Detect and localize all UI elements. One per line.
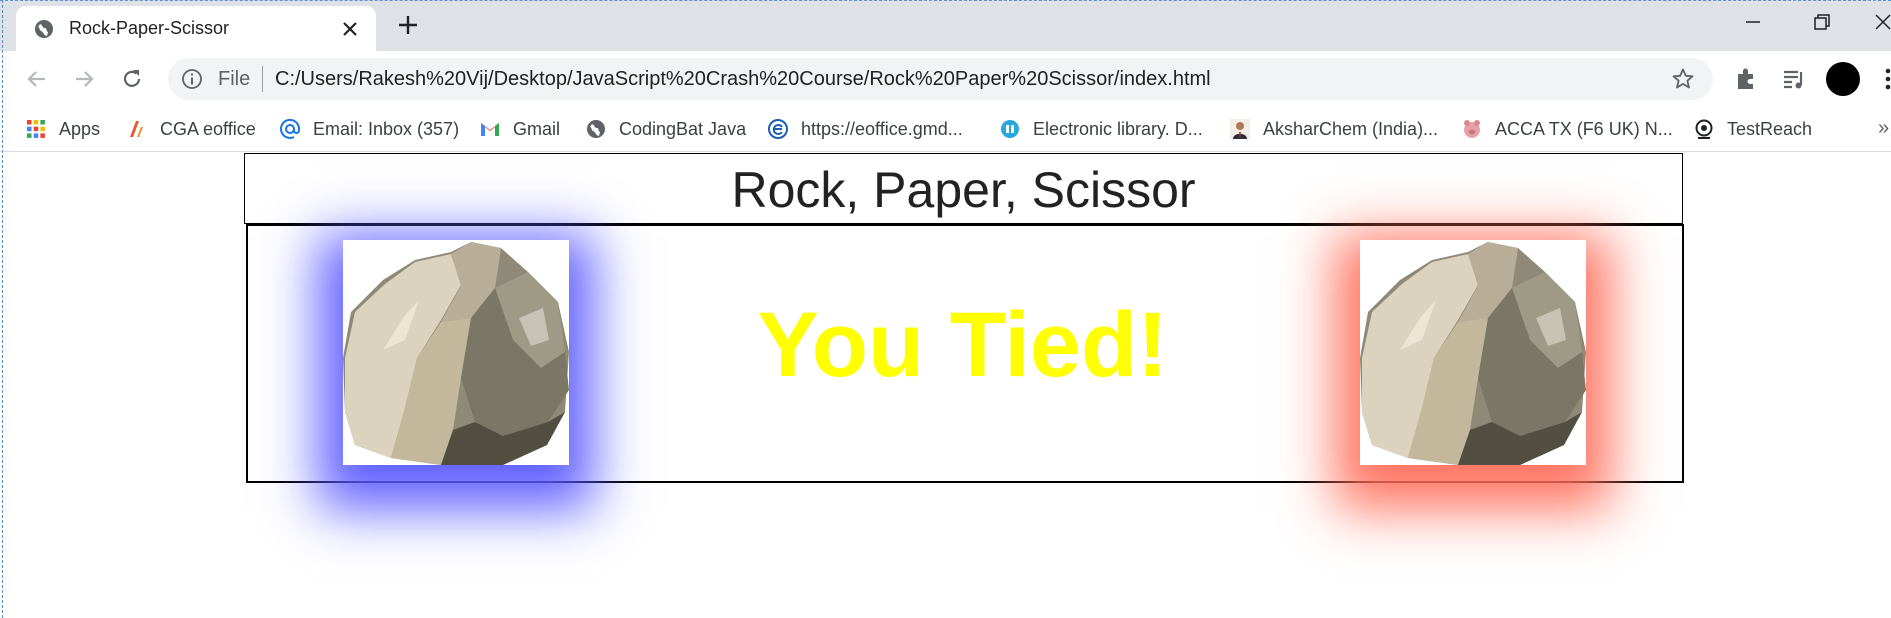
globe-icon [587,120,605,138]
tab-title: Rock-Paper-Scissor [69,18,230,38]
minimize-window-icon[interactable] [1738,10,1768,34]
cga-icon [130,121,143,137]
kebab-menu-icon[interactable] [1874,65,1891,93]
eoffice-icon [768,119,788,139]
testreach-icon [1695,119,1713,139]
bookmark-eoffice-gmd[interactable]: https://eoffice.gmd... [768,107,963,151]
game-header: Rock, Paper, Scissor [244,153,1683,224]
bookmark-label: CodingBat Java [619,118,747,139]
pig-icon [1464,120,1480,138]
reload-icon[interactable] [119,66,145,92]
bookmark-label: CGA eoffice [160,118,256,139]
bookmarks-overflow-chevron[interactable]: » [1878,117,1889,140]
bookmark-gmail[interactable]: Gmail [480,107,560,151]
bookmark-acca-tx[interactable]: ACCA TX (F6 UK) N... [1462,107,1673,151]
bookmark-cga-eoffice[interactable]: CGA eoffice [127,107,256,151]
close-window-icon[interactable] [1868,10,1891,34]
gmail-icon [481,123,499,136]
extensions-puzzle-icon[interactable] [1732,65,1760,93]
url-text[interactable]: C:/Users/Rakesh%20Vij/Desktop/JavaScript… [275,68,1211,91]
close-tab-icon[interactable] [340,19,360,39]
apps-grid-icon [27,120,45,138]
browser-toolbar: File C:/Users/Rakesh%20Vij/Desktop/JavaS… [0,51,1891,107]
back-arrow-icon[interactable] [24,66,50,92]
media-queue-icon[interactable] [1780,65,1808,93]
bookmark-email-inbox[interactable]: Email: Inbox (357) [280,107,459,151]
restore-window-icon[interactable] [1806,10,1836,34]
rock-icon [1360,242,1586,465]
address-bar[interactable]: File C:/Users/Rakesh%20Vij/Desktop/JavaS… [168,58,1713,100]
game-title: Rock, Paper, Scissor [731,162,1196,218]
browser-tab-strip: Rock-Paper-Scissor [0,0,1891,51]
omnibox-divider [262,66,263,92]
bookmark-label: TestReach [1727,118,1813,139]
rock-icon [343,242,569,465]
person-photo-icon [1230,119,1250,139]
profile-avatar[interactable] [1826,62,1860,96]
bookmark-codingbat-java[interactable]: CodingBat Java [586,107,746,151]
info-icon[interactable] [181,68,203,90]
bookmark-label: AksharChem (India)... [1263,118,1439,139]
selection-guide-top [0,0,1891,1]
bookmark-label: Electronic library. D... [1033,118,1203,139]
bookmark-label: ACCA TX (F6 UK) N... [1495,118,1673,139]
globe-icon [35,20,53,38]
bookmark-label: Apps [59,118,101,139]
result-message: You Tied! [757,294,1168,396]
bookmark-testreach[interactable]: TestReach [1694,107,1812,151]
browser-tab[interactable]: Rock-Paper-Scissor [16,6,376,51]
forward-arrow-icon[interactable] [71,66,97,92]
bookmark-aksharchem[interactable]: AksharChem (India)... [1230,107,1438,151]
bookmark-label: https://eoffice.gmd... [801,118,963,139]
bookmark-label: Gmail [513,118,561,139]
bookmark-apps[interactable]: Apps [26,107,100,151]
selection-guide-left [2,0,3,618]
bookmarks-bar: Apps CGA eoffice Email: Inbox (357) Gmai… [0,107,1891,152]
library-icon [1001,120,1019,138]
bookmark-label: Email: Inbox (357) [313,118,460,139]
bookmark-star-icon[interactable] [1671,67,1695,91]
at-sign-icon [280,119,300,139]
computer-choice-rock [1360,240,1586,465]
new-tab-icon[interactable] [396,13,420,37]
player-choice-rock [343,240,569,465]
bookmark-electronic-library[interactable]: Electronic library. D... [1000,107,1203,151]
scheme-label: File [218,68,251,90]
